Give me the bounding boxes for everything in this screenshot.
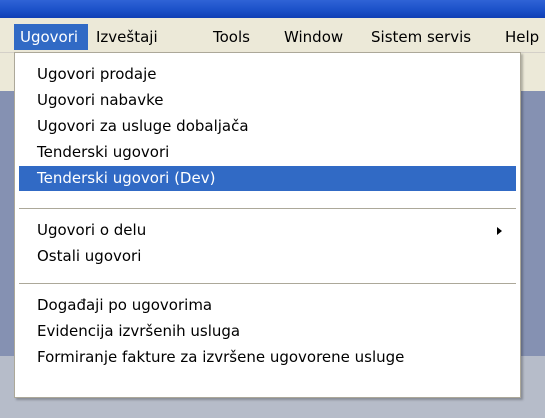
menu-help[interactable]: Help — [505, 24, 545, 50]
menu-item-ugovori-za-usluge[interactable]: Ugovori za usluge dobaljača — [19, 114, 516, 139]
menu-item-ostali-ugovori[interactable]: Ostali ugovori — [19, 244, 516, 269]
title-bar — [0, 0, 545, 18]
menu-item-ugovori-prodaje[interactable]: Ugovori prodaje — [19, 62, 516, 87]
menu-item-tenderski-ugovori[interactable]: Tenderski ugovori — [19, 140, 516, 165]
menu-tools[interactable]: Tools — [213, 24, 263, 50]
menu-window[interactable]: Window — [284, 24, 354, 50]
menu-item-dogadjaji[interactable]: Događaji po ugovorima — [19, 293, 516, 318]
chevron-right-icon — [497, 227, 502, 235]
ugovori-dropdown-menu: Ugovori prodaje Ugovori nabavke Ugovori … — [14, 52, 521, 398]
menu-item-formiranje-fakture[interactable]: Formiranje fakture za izvršene ugovorene… — [19, 345, 516, 370]
menu-item-label: Ugovori o delu — [37, 221, 147, 239]
menu-ugovori[interactable]: Ugovori — [14, 24, 88, 50]
app-window: Ugovori Izveštaji Tools Window Sistem se… — [0, 0, 545, 418]
menu-bar: Ugovori Izveštaji Tools Window Sistem se… — [0, 18, 545, 53]
menu-item-tenderski-ugovori-dev[interactable]: Tenderski ugovori (Dev) — [19, 166, 516, 191]
menu-separator — [19, 283, 516, 285]
menu-sistem-servis[interactable]: Sistem servis — [371, 24, 499, 50]
menu-item-evidencija-usluga[interactable]: Evidencija izvršenih usluga — [19, 319, 516, 344]
menu-izvestaji[interactable]: Izveštaji — [96, 24, 190, 50]
menu-separator — [19, 208, 516, 210]
menu-item-ugovori-o-delu[interactable]: Ugovori o delu — [19, 218, 516, 243]
menu-item-ugovori-nabavke[interactable]: Ugovori nabavke — [19, 88, 516, 113]
